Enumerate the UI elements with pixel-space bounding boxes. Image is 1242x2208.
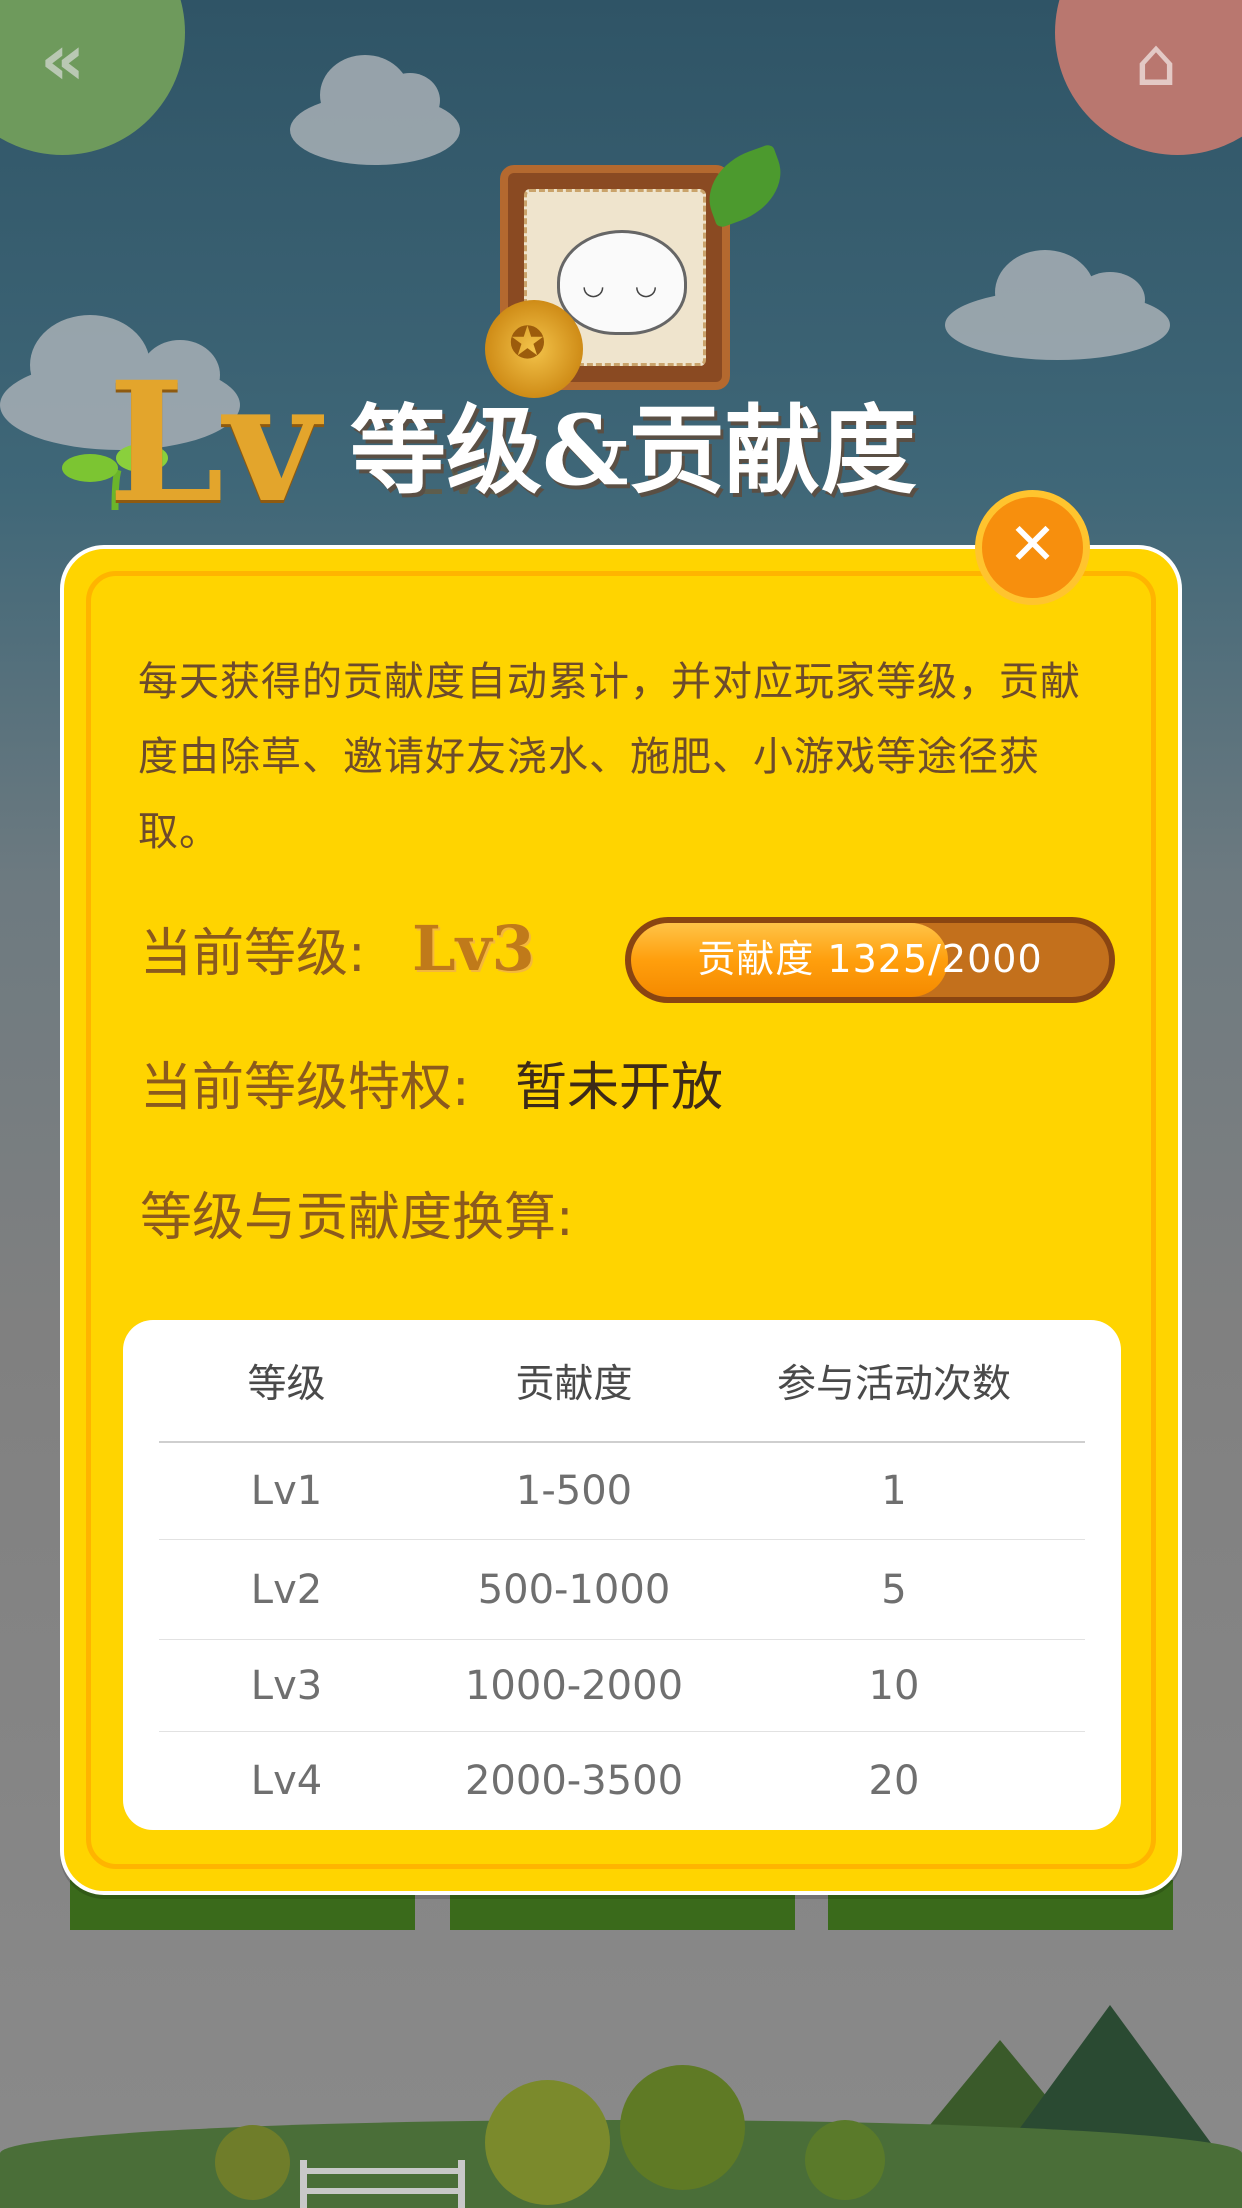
current-level-value: Lv3 xyxy=(412,912,535,985)
cell-activity-count: 10 xyxy=(868,1662,920,1709)
privilege-value: 暂未开放 xyxy=(515,1058,724,1118)
tree xyxy=(620,2065,745,2190)
contribution-progress-bar: 贡献度 1325/2000 xyxy=(625,917,1115,1003)
cell-level: Lv4 xyxy=(250,1758,323,1804)
fence xyxy=(300,2160,465,2208)
cell-level: Lv3 xyxy=(250,1662,323,1709)
lv-logo: Lv xyxy=(108,345,320,539)
cell-contribution: 2000-3500 xyxy=(464,1758,684,1804)
tree xyxy=(805,2120,885,2200)
cell-activity-count: 1 xyxy=(881,1468,907,1514)
cell-activity-count: 20 xyxy=(868,1758,920,1804)
table-row: Lv1 1-500 1 xyxy=(159,1443,1085,1540)
table-row: Lv2 500-1000 5 xyxy=(159,1540,1085,1640)
double-chevron-left-icon: « xyxy=(40,19,86,101)
cell-contribution: 1000-2000 xyxy=(464,1662,684,1709)
home-icon: ⌂ xyxy=(1135,24,1177,101)
lucky-cat-icon: ◡◡ xyxy=(557,230,687,335)
medal-icon: ✪ xyxy=(485,300,583,398)
cell-contribution: 1-500 xyxy=(515,1468,633,1514)
page-title: 等级&贡献度 xyxy=(350,394,917,507)
dialog-description: 每天获得的贡献度自动累计，并对应玩家等级，贡献度由除草、邀请好友浇水、施肥、小游… xyxy=(138,659,1081,855)
cell-level: Lv2 xyxy=(250,1566,323,1613)
column-header-activity-count: 参与活动次数 xyxy=(776,1361,1011,1407)
column-header-contribution: 贡献度 xyxy=(515,1361,633,1407)
table-row: Lv4 2000-3500 20 xyxy=(159,1732,1085,1830)
tree xyxy=(215,2125,290,2200)
cloud xyxy=(290,55,460,165)
tree xyxy=(485,2080,610,2205)
privilege-label: 当前等级特权: xyxy=(140,1058,470,1118)
column-header-level: 等级 xyxy=(247,1361,326,1407)
table-row: Lv3 1000-2000 10 xyxy=(159,1640,1085,1732)
home-button[interactable]: ⌂ xyxy=(1055,0,1242,155)
table-header: 等级 贡献度 参与活动次数 xyxy=(159,1320,1085,1443)
close-icon: ✕ xyxy=(1008,510,1057,578)
current-level-label: 当前等级: xyxy=(140,924,366,984)
back-button[interactable]: « xyxy=(0,0,185,155)
cloud xyxy=(945,250,1170,360)
cell-activity-count: 5 xyxy=(881,1566,907,1613)
level-conversion-table: 等级 贡献度 参与活动次数 Lv1 1-500 1 Lv2 500-1000 5… xyxy=(123,1320,1121,1830)
progress-text: 贡献度 1325/2000 xyxy=(697,937,1043,981)
cell-level: Lv1 xyxy=(250,1468,323,1514)
close-button[interactable]: ✕ xyxy=(975,490,1090,605)
cell-contribution: 500-1000 xyxy=(477,1566,671,1613)
conversion-label: 等级与贡献度换算: xyxy=(140,1188,574,1248)
